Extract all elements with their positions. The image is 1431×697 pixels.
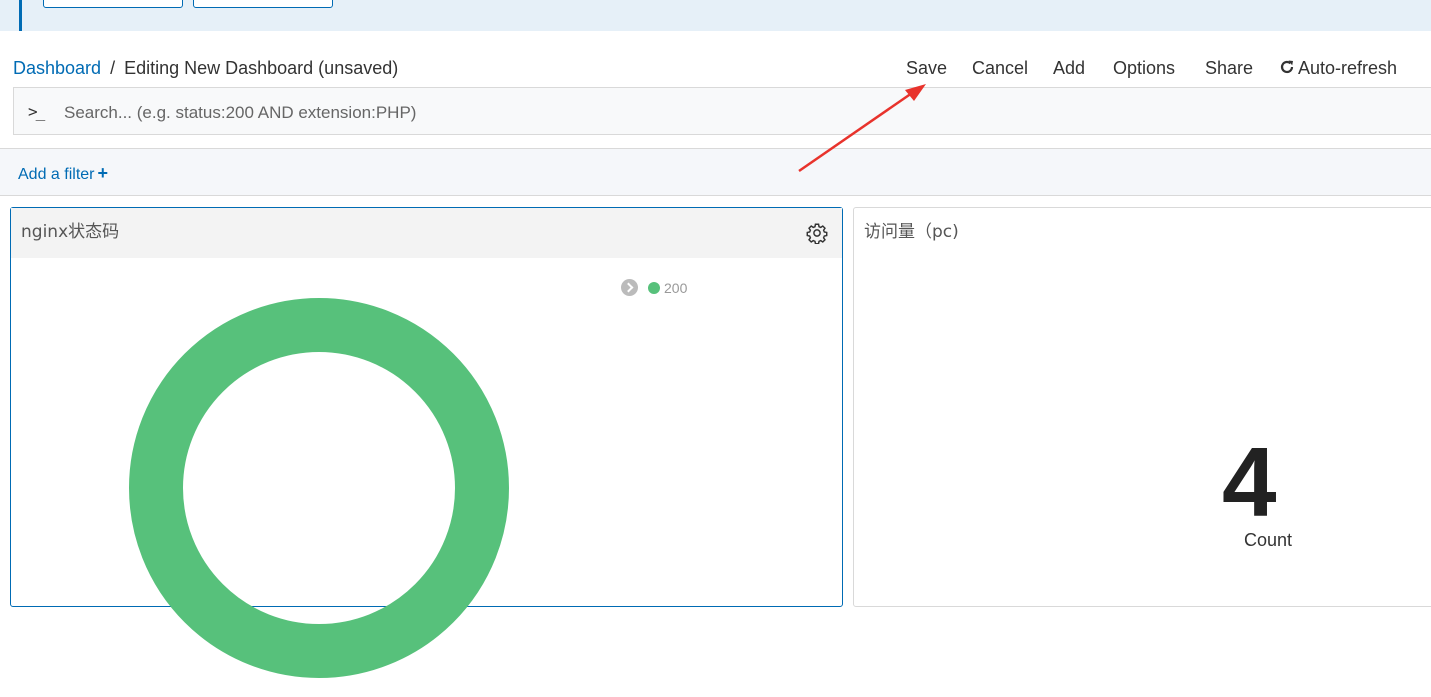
panel-visits: 访问量（pc) 4 Count [853, 207, 1431, 607]
save-button[interactable]: Save [906, 58, 947, 79]
banner-button-2[interactable] [193, 0, 333, 8]
options-button[interactable]: Options [1113, 58, 1175, 79]
share-button[interactable]: Share [1205, 58, 1253, 79]
info-banner [0, 0, 1431, 31]
breadcrumb-current-page: Editing New Dashboard (unsaved) [124, 58, 399, 78]
filter-bar: Add a filter + [0, 148, 1431, 196]
query-prompt-icon: >_ [28, 102, 45, 121]
add-button[interactable]: Add [1053, 58, 1085, 79]
legend-color-dot [648, 282, 660, 294]
banner-button-1[interactable] [43, 0, 183, 8]
breadcrumb-separator: / [110, 58, 116, 78]
search-input[interactable] [62, 98, 1406, 128]
metric-value: 4 [1222, 427, 1277, 537]
chart-legend: 200 [621, 279, 687, 296]
plus-icon: + [97, 163, 108, 183]
legend-toggle-icon[interactable] [621, 279, 638, 296]
legend-item-label[interactable]: 200 [664, 280, 687, 296]
refresh-icon [1280, 60, 1294, 74]
cancel-button[interactable]: Cancel [972, 58, 1028, 79]
breadcrumb-dashboard-link[interactable]: Dashboard [13, 58, 101, 78]
auto-refresh-button[interactable]: Auto-refresh [1279, 58, 1397, 79]
banner-accent-bar [19, 0, 22, 31]
auto-refresh-label: Auto-refresh [1298, 58, 1398, 78]
metric-label: Count [1244, 530, 1293, 550]
panel-status-codes: nginx状态码 200 [10, 207, 843, 678]
panel-title: nginx状态码 [21, 222, 120, 242]
donut-slice-200[interactable] [129, 298, 509, 678]
status-code-donut-chart [129, 298, 509, 678]
add-filter-label: Add a filter [18, 166, 95, 183]
panel-header: nginx状态码 [11, 208, 842, 258]
panel-title: 访问量（pc) [864, 222, 959, 242]
query-bar: >_ [13, 87, 1431, 135]
breadcrumb: Dashboard / Editing New Dashboard (unsaved… [13, 58, 398, 79]
add-filter-link[interactable]: Add a filter + [18, 163, 108, 184]
gear-icon[interactable] [806, 222, 828, 244]
